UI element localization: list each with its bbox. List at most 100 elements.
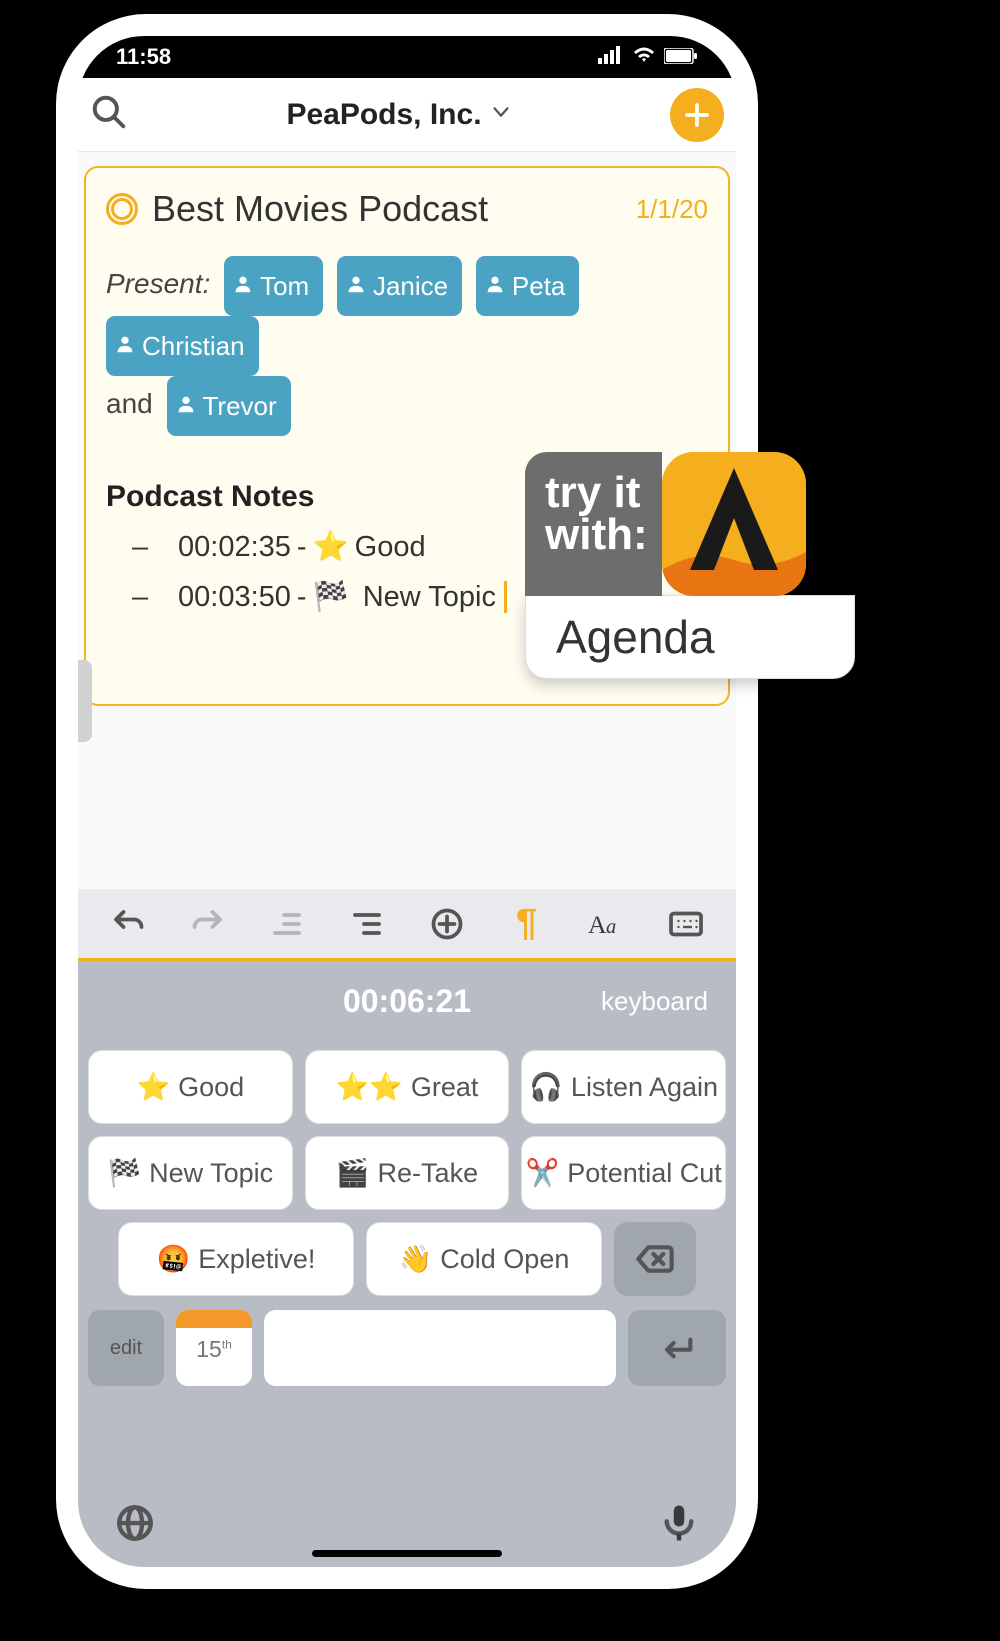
status-clock: 11:58	[116, 44, 171, 70]
note-status-ring-icon[interactable]	[106, 193, 138, 225]
search-button[interactable]	[90, 93, 128, 136]
emoji-icon: 🤬	[157, 1243, 191, 1275]
svg-text:a: a	[606, 916, 616, 938]
item-text: New Topic	[355, 581, 496, 614]
phone-frame: 11:58 PeaPods, Inc.	[56, 14, 758, 1589]
add-button[interactable]	[670, 88, 724, 142]
text-style-button[interactable]: Aa	[584, 902, 628, 946]
person-name: Trevor	[203, 379, 277, 433]
return-key[interactable]	[628, 1310, 726, 1386]
emoji-icon: 🎧	[529, 1071, 563, 1103]
date-key[interactable]: 15th	[176, 1310, 252, 1386]
tag-label: Listen Again	[571, 1072, 718, 1103]
dash: -	[297, 531, 307, 564]
dash: -	[297, 581, 307, 614]
promo-app-name: Agenda	[525, 595, 855, 679]
workspace-name: PeaPods, Inc.	[286, 98, 481, 132]
person-icon	[484, 259, 506, 313]
emoji-icon: 🏁	[107, 1157, 141, 1189]
tag-label: Good	[178, 1072, 244, 1103]
chevron-down-icon	[490, 101, 512, 129]
editor-toolbar: ¶ Aa	[78, 889, 736, 961]
redo-button[interactable]	[186, 902, 230, 946]
and-label: and	[106, 388, 153, 419]
keyboard-button[interactable]	[664, 902, 708, 946]
emoji-icon: ✂️	[526, 1157, 560, 1189]
tag-label: New Topic	[149, 1158, 273, 1189]
person-name: Christian	[142, 319, 245, 373]
emoji-icon: 👋	[399, 1243, 433, 1275]
indent-button[interactable]	[345, 902, 389, 946]
tag-label: Expletive!	[198, 1244, 315, 1275]
timer-display: 00:06:21	[307, 983, 508, 1020]
globe-key[interactable]	[114, 1502, 156, 1549]
cellular-icon	[598, 44, 624, 70]
tag-label: Great	[411, 1072, 479, 1103]
keyboard-mode-toggle[interactable]: keyboard	[507, 986, 708, 1017]
tag-key-new-topic[interactable]: 🏁 New Topic	[88, 1136, 293, 1210]
person-icon	[175, 379, 197, 433]
workspace-title[interactable]: PeaPods, Inc.	[286, 98, 511, 132]
present-label: Present:	[106, 268, 210, 299]
date-value: 15th	[196, 1336, 232, 1363]
agenda-app-icon	[662, 452, 806, 596]
person-name: Tom	[260, 259, 309, 313]
space-key[interactable]	[264, 1310, 616, 1386]
outdent-button[interactable]	[265, 902, 309, 946]
undo-button[interactable]	[106, 902, 150, 946]
note-header: Best Movies Podcast 1/1/20	[106, 188, 708, 230]
bullet-icon: –	[132, 531, 150, 564]
backspace-key[interactable]	[614, 1222, 696, 1296]
bullet-icon: –	[132, 581, 150, 614]
wifi-icon	[632, 44, 656, 70]
note-date[interactable]: 1/1/20	[636, 194, 708, 225]
person-name: Peta	[512, 259, 566, 313]
person-tag[interactable]: Janice	[337, 256, 462, 316]
person-tag[interactable]: Trevor	[167, 376, 291, 436]
timestamp: 00:03:50	[178, 581, 291, 614]
promo-overlay: try itwith: Agenda	[525, 452, 855, 679]
tag-label: Cold Open	[440, 1244, 569, 1275]
tag-key-expletive[interactable]: 🤬Expletive!	[118, 1222, 354, 1296]
item-emoji: ⭐	[313, 530, 349, 564]
item-emoji: 🏁	[313, 580, 349, 614]
calendar-header-icon	[176, 1310, 252, 1328]
person-icon	[345, 259, 367, 313]
person-icon	[232, 259, 254, 313]
tag-key-retake[interactable]: 🎬 Re-Take	[305, 1136, 510, 1210]
status-bar: 11:58	[78, 36, 736, 78]
timestamp: 00:02:35	[178, 531, 291, 564]
scroll-handle[interactable]	[78, 660, 92, 742]
person-tag[interactable]: Christian	[106, 316, 259, 376]
battery-icon	[664, 44, 698, 70]
edit-key[interactable]: edit	[88, 1310, 164, 1386]
item-text: Good	[355, 531, 426, 564]
person-name: Janice	[373, 259, 448, 313]
custom-keyboard-panel: 00:06:21 keyboard ⭐ Good ⭐⭐ Great 🎧 Listen …	[78, 961, 736, 1567]
svg-text:A: A	[588, 910, 607, 939]
emoji-icon: 🎬	[336, 1157, 370, 1189]
tag-key-good[interactable]: ⭐ Good	[88, 1050, 293, 1124]
insert-button[interactable]	[425, 902, 469, 946]
person-icon	[114, 319, 136, 373]
promo-text: try itwith:	[525, 452, 662, 596]
keyboard-footer	[88, 1484, 726, 1557]
tag-key-listen-again[interactable]: 🎧 Listen Again	[521, 1050, 726, 1124]
tag-label: Potential Cut	[567, 1158, 722, 1189]
phone-screen: 11:58 PeaPods, Inc.	[78, 36, 736, 1567]
tag-key-cold-open[interactable]: 👋Cold Open	[366, 1222, 602, 1296]
emoji-icon: ⭐	[136, 1071, 170, 1103]
keyboard-header: 00:06:21 keyboard	[88, 975, 726, 1038]
person-tag[interactable]: Peta	[476, 256, 580, 316]
mic-key[interactable]	[658, 1502, 700, 1549]
nav-bar: PeaPods, Inc.	[78, 78, 736, 152]
note-title[interactable]: Best Movies Podcast	[152, 188, 622, 230]
emoji-icon: ⭐⭐	[336, 1071, 403, 1103]
home-indicator[interactable]	[312, 1550, 502, 1557]
tag-key-potential-cut[interactable]: ✂️Potential Cut	[521, 1136, 726, 1210]
person-tag[interactable]: Tom	[224, 256, 323, 316]
text-cursor	[504, 581, 507, 613]
tag-label: Re-Take	[378, 1158, 479, 1189]
tag-key-great[interactable]: ⭐⭐ Great	[305, 1050, 510, 1124]
paragraph-button[interactable]: ¶	[505, 902, 549, 946]
